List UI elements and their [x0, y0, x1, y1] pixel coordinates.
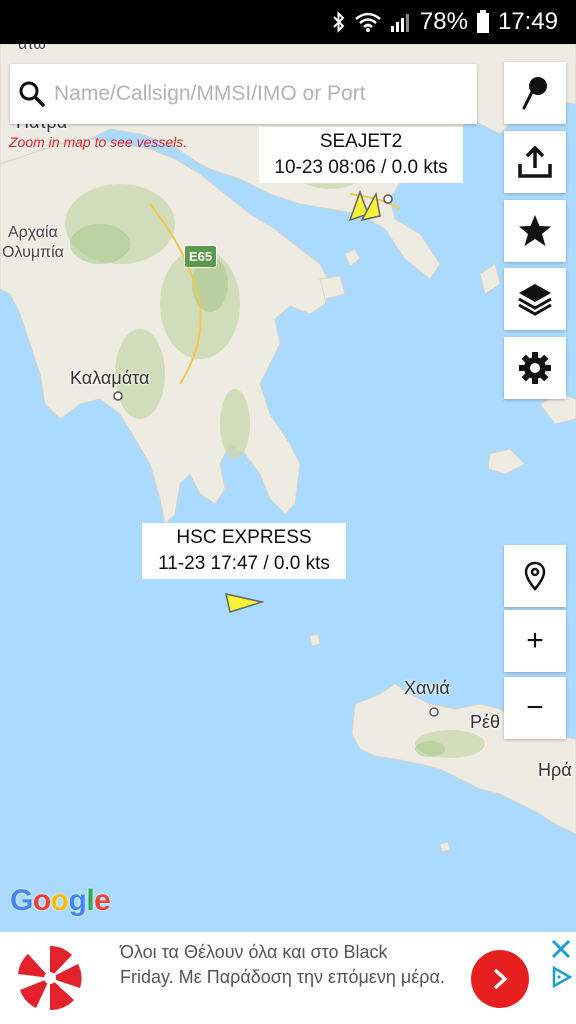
place-label-archaia: Αρχαία	[8, 224, 58, 241]
star-icon	[519, 215, 551, 246]
battery-percent: 78%	[419, 8, 468, 35]
place-label-iraklio: Ηρά	[538, 760, 572, 780]
zoom-in-icon: +	[526, 624, 544, 657]
zoom-hint: Zoom in map to see vessels.	[9, 134, 188, 150]
vessel-label-seajet2[interactable]: SEAJET2 10-23 08:06 / 0.0 kts	[259, 127, 463, 183]
share-icon	[518, 145, 552, 178]
place-label-chania: Χανιά	[404, 678, 450, 698]
adchoices-icon[interactable]	[550, 966, 572, 988]
place-label-top: άτω	[18, 44, 46, 53]
pin-button[interactable]	[504, 62, 566, 124]
vessel-marker-hsc-express[interactable]	[224, 590, 264, 616]
battery-icon	[476, 10, 489, 33]
vessel-name: HSC EXPRESS	[176, 527, 312, 548]
vessel-label-hsc-express[interactable]: HSC EXPRESS 11-23 17:47 / 0.0 kts	[142, 523, 346, 579]
share-button[interactable]	[504, 131, 566, 193]
vessel-marker-seajet2[interactable]	[346, 184, 390, 224]
search-input[interactable]	[54, 64, 477, 124]
clock: 17:49	[497, 8, 558, 35]
zoom-in-button[interactable]: +	[504, 610, 566, 672]
close-icon[interactable]	[550, 938, 572, 960]
search-bar[interactable]	[10, 64, 477, 124]
settings-button[interactable]	[504, 337, 566, 399]
status-bar: 78% 17:49	[0, 0, 576, 44]
vessel-info: 11-23 17:47 / 0.0 kts	[158, 553, 330, 574]
favorites-button[interactable]	[504, 200, 566, 262]
layers-icon	[518, 284, 552, 316]
road-badge-e65: E65	[184, 245, 218, 268]
signal-icon	[390, 14, 409, 32]
chevron-right-icon	[493, 968, 508, 990]
zoom-out-icon: −	[526, 691, 544, 724]
place-label-kalamata: Καλαμάτα	[70, 368, 150, 388]
ad-logo	[16, 944, 84, 1012]
bluetooth-icon	[333, 11, 345, 33]
ad-text: Όλοι τα Θέλουν όλα και στο Black Friday.…	[120, 942, 445, 987]
pin-icon	[522, 77, 547, 110]
place-label-olympia: Ολυμπία	[2, 244, 64, 261]
gear-icon	[519, 352, 551, 384]
google-logo: Google	[10, 884, 111, 917]
ad-banner[interactable]: Όλοι τα Θέλουν όλα και στο Black Friday.…	[0, 932, 576, 1024]
search-icon[interactable]	[10, 64, 54, 124]
vessel-info: 10-23 08:06 / 0.0 kts	[274, 157, 448, 178]
layers-button[interactable]	[504, 268, 566, 330]
vessel-name: SEAJET2	[319, 131, 403, 152]
ad-cta-button[interactable]	[471, 950, 529, 1008]
zoom-out-button[interactable]: −	[504, 677, 566, 739]
place-label-rethymno: Ρέθ	[470, 712, 501, 732]
my-location-button[interactable]	[504, 545, 566, 607]
wifi-icon	[355, 12, 381, 32]
location-icon	[524, 561, 546, 591]
